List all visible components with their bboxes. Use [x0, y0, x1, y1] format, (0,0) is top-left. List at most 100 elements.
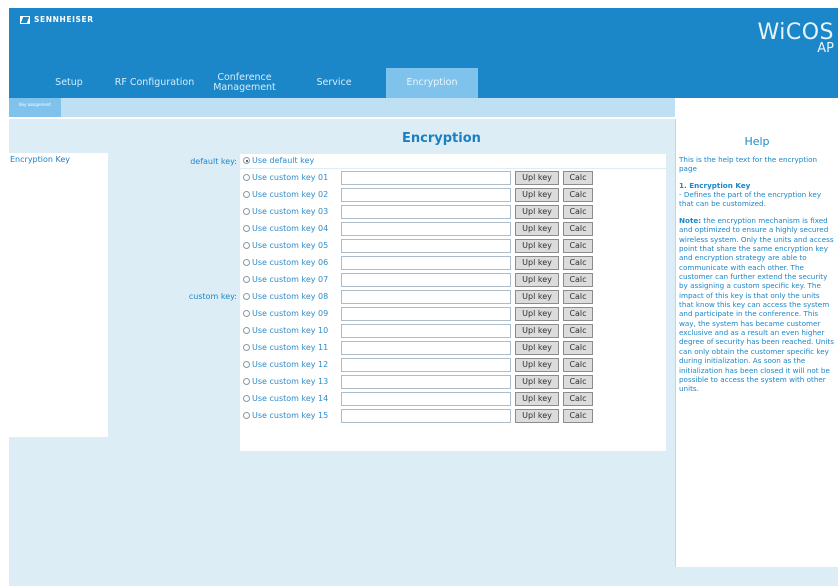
upload-key-button[interactable]: Upl key: [515, 188, 559, 202]
custom-key-label: Use custom key 02: [252, 190, 329, 199]
left-nav-item-encryption-key[interactable]: Encryption Key: [10, 155, 70, 164]
custom-key-input[interactable]: [341, 358, 511, 372]
custom-key-label: Use custom key 01: [252, 173, 329, 182]
custom-key-label: Use custom key 04: [252, 224, 329, 233]
custom-key-input[interactable]: [341, 256, 511, 270]
calc-button[interactable]: Calc: [563, 375, 593, 389]
subtab-key-assignment[interactable]: Key assignment: [9, 98, 61, 117]
custom-key-row: Use custom key 07 Upl key Calc: [240, 272, 666, 288]
custom-key-input[interactable]: [341, 222, 511, 236]
custom-key-radio[interactable]: [243, 259, 250, 266]
custom-key-row: Use custom key 01 Upl key Calc: [240, 170, 666, 186]
custom-key-input[interactable]: [341, 205, 511, 219]
custom-key-input[interactable]: [341, 273, 511, 287]
help-section-heading: 1. Encryption Key: [679, 180, 751, 190]
calc-button[interactable]: Calc: [563, 256, 593, 270]
custom-key-label: custom key:: [188, 292, 237, 301]
calc-button[interactable]: Calc: [563, 205, 593, 219]
help-panel: Help This is the help text for the encry…: [675, 119, 838, 567]
custom-key-radio[interactable]: [243, 242, 250, 249]
tab-conference-management[interactable]: Conference Management: [207, 68, 282, 98]
custom-key-radio[interactable]: [243, 293, 250, 300]
bottom-strip: [675, 567, 838, 586]
upload-key-button[interactable]: Upl key: [515, 324, 559, 338]
custom-key-input[interactable]: [341, 239, 511, 253]
upload-key-button[interactable]: Upl key: [515, 409, 559, 423]
custom-key-row: Use custom key 03 Upl key Calc: [240, 204, 666, 220]
upload-key-button[interactable]: Upl key: [515, 307, 559, 321]
custom-key-label: Use custom key 09: [252, 309, 329, 318]
custom-key-label: Use custom key 13: [252, 377, 329, 386]
upload-key-button[interactable]: Upl key: [515, 273, 559, 287]
custom-key-radio[interactable]: [243, 395, 250, 402]
custom-key-radio[interactable]: [243, 378, 250, 385]
custom-key-radio[interactable]: [243, 412, 250, 419]
upload-key-button[interactable]: Upl key: [515, 290, 559, 304]
calc-button[interactable]: Calc: [563, 409, 593, 423]
upload-key-button[interactable]: Upl key: [515, 375, 559, 389]
custom-key-radio[interactable]: [243, 327, 250, 334]
custom-key-row: Use custom key 12 Upl key Calc: [240, 357, 666, 373]
calc-button[interactable]: Calc: [563, 222, 593, 236]
custom-key-list: Use custom key 01 Upl key Calc Use custom k…: [240, 169, 666, 451]
custom-key-label: Use custom key 08: [252, 292, 329, 301]
custom-key-radio[interactable]: [243, 310, 250, 317]
default-key-label: default key:: [190, 157, 237, 166]
page-title: Encryption: [402, 131, 481, 146]
tab-encryption[interactable]: Encryption: [386, 68, 478, 98]
calc-button[interactable]: Calc: [563, 171, 593, 185]
tab-setup[interactable]: Setup: [40, 68, 98, 98]
custom-key-input[interactable]: [341, 324, 511, 338]
custom-key-input[interactable]: [341, 409, 511, 423]
upload-key-button[interactable]: Upl key: [515, 205, 559, 219]
custom-key-input[interactable]: [341, 341, 511, 355]
calc-button[interactable]: Calc: [563, 307, 593, 321]
custom-key-radio[interactable]: [243, 361, 250, 368]
upload-key-button[interactable]: Upl key: [515, 256, 559, 270]
calc-button[interactable]: Calc: [563, 324, 593, 338]
calc-button[interactable]: Calc: [563, 290, 593, 304]
calc-button[interactable]: Calc: [563, 358, 593, 372]
help-section-text: - Defines the part of the encryption key…: [679, 190, 822, 209]
custom-key-input[interactable]: [341, 171, 511, 185]
custom-key-radio[interactable]: [243, 191, 250, 198]
calc-button[interactable]: Calc: [563, 239, 593, 253]
left-nav: Encryption Key: [9, 153, 108, 437]
calc-button[interactable]: Calc: [563, 188, 593, 202]
tab-rf-configuration[interactable]: RF Configuration: [104, 68, 205, 98]
brand-name: SENNHEISER: [34, 15, 94, 24]
upload-key-button[interactable]: Upl key: [515, 222, 559, 236]
custom-key-row: Use custom key 08 Upl key Calc: [240, 289, 666, 305]
custom-key-radio[interactable]: [243, 225, 250, 232]
custom-key-row: Use custom key 06 Upl key Calc: [240, 255, 666, 271]
upload-key-button[interactable]: Upl key: [515, 239, 559, 253]
upload-key-button[interactable]: Upl key: [515, 341, 559, 355]
custom-key-input[interactable]: [341, 375, 511, 389]
tab-service[interactable]: Service: [304, 68, 364, 98]
custom-key-radio[interactable]: [243, 344, 250, 351]
custom-key-label: Use custom key 05: [252, 241, 329, 250]
sennheiser-logo-icon: [20, 15, 30, 24]
help-note-text: the encryption mechanism is fixed and op…: [679, 215, 834, 394]
default-key-radio[interactable]: [243, 157, 250, 164]
default-key-option-label: Use default key: [252, 156, 315, 165]
custom-key-radio[interactable]: [243, 174, 250, 181]
custom-key-input[interactable]: [341, 290, 511, 304]
custom-key-label: Use custom key 15: [252, 411, 329, 420]
upload-key-button[interactable]: Upl key: [515, 358, 559, 372]
custom-key-radio[interactable]: [243, 208, 250, 215]
custom-key-radio[interactable]: [243, 276, 250, 283]
upload-key-button[interactable]: Upl key: [515, 392, 559, 406]
product-logo: WiCOS AP: [757, 22, 834, 56]
help-title: Help: [744, 135, 770, 148]
calc-button[interactable]: Calc: [563, 273, 593, 287]
custom-key-row: Use custom key 04 Upl key Calc: [240, 221, 666, 237]
custom-key-row: Use custom key 02 Upl key Calc: [240, 187, 666, 203]
custom-key-input[interactable]: [341, 392, 511, 406]
custom-key-input[interactable]: [341, 188, 511, 202]
custom-key-input[interactable]: [341, 307, 511, 321]
upload-key-button[interactable]: Upl key: [515, 171, 559, 185]
custom-key-row: Use custom key 15 Upl key Calc: [240, 408, 666, 424]
calc-button[interactable]: Calc: [563, 341, 593, 355]
calc-button[interactable]: Calc: [563, 392, 593, 406]
